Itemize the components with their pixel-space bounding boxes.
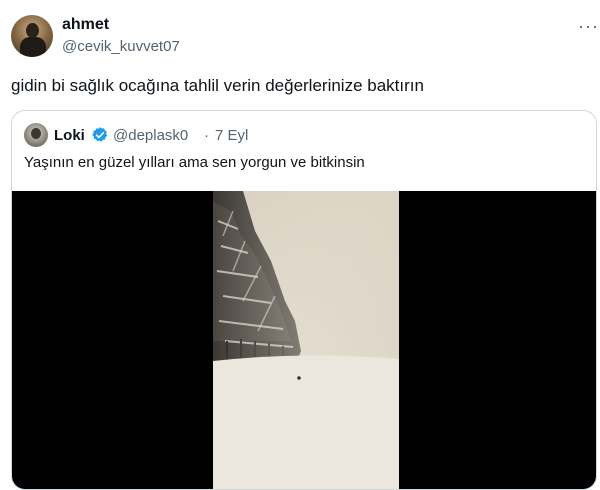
author-handle[interactable]: @cevik_kuvvet07 <box>62 38 180 55</box>
verified-badge-icon <box>92 127 108 142</box>
quoted-date[interactable]: 7 Eyl <box>215 127 248 144</box>
video-frame-snowy-forest <box>213 191 399 489</box>
author-name[interactable]: ahmet <box>62 16 109 34</box>
more-horizontal-icon[interactable]: ··· <box>578 16 599 37</box>
avatar-head <box>26 23 39 38</box>
quoted-tweet-card[interactable]: Loki @deplask0 · 7 Eyl Yaşının en güzel … <box>11 110 597 490</box>
tweet-text: gidin bi sağlık ocağına tahlil verin değ… <box>11 76 424 95</box>
meta-separator: · <box>204 127 209 144</box>
quoted-author-avatar[interactable] <box>24 123 48 147</box>
quoted-author-handle[interactable]: @deplask0 <box>113 127 188 144</box>
author-avatar[interactable] <box>11 15 53 57</box>
quoted-tweet-text: Yaşının en güzel yılları ama sen yorgun … <box>24 154 365 171</box>
snow-scene-illustration <box>213 191 399 489</box>
avatar-body <box>20 37 46 57</box>
quoted-video[interactable] <box>12 191 596 489</box>
quoted-avatar-face <box>31 128 41 139</box>
quoted-author-name[interactable]: Loki <box>54 127 85 144</box>
